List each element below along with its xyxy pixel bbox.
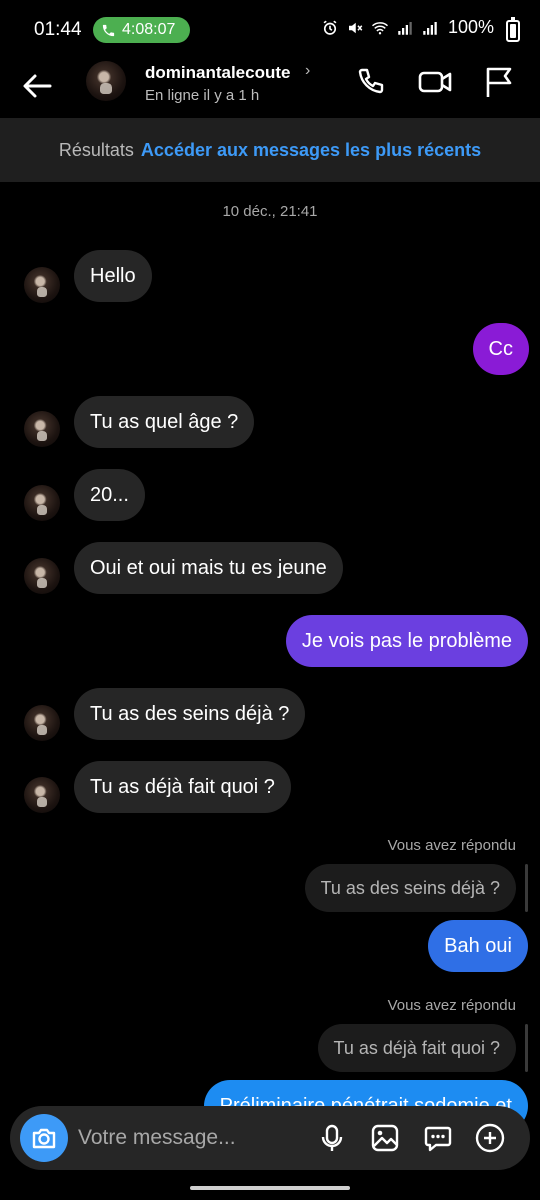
- flag-icon: [486, 67, 512, 97]
- status-time: 01:44: [34, 19, 82, 40]
- wifi-icon: [371, 21, 388, 34]
- chat-header: dominantalecoute › En ligne il y a 1 h: [0, 60, 540, 118]
- voice-call-button[interactable]: [352, 64, 388, 100]
- incoming-message[interactable]: 20...: [74, 469, 145, 521]
- results-label: Résultats: [58, 139, 134, 160]
- more-options-button[interactable]: [474, 1122, 506, 1154]
- camera-button[interactable]: [20, 1114, 68, 1162]
- video-camera-icon: [418, 71, 452, 93]
- incoming-message[interactable]: Tu as déjà fait quoi ?: [74, 761, 291, 813]
- message-input[interactable]: [78, 1122, 298, 1154]
- phone-icon: [358, 68, 384, 94]
- quoted-message[interactable]: Tu as des seins déjà ?: [304, 864, 516, 912]
- incoming-message[interactable]: Tu as des seins déjà ?: [74, 688, 306, 740]
- back-button[interactable]: [18, 66, 58, 106]
- ongoing-call-pill[interactable]: 4:08:07: [93, 17, 190, 43]
- sender-avatar[interactable]: [24, 558, 60, 594]
- jump-to-recent-link[interactable]: Accéder aux messages les plus récents: [141, 140, 481, 161]
- presence-status: En ligne il y a 1 h: [145, 87, 260, 104]
- signal-icon: [398, 21, 412, 35]
- reply-label: Vous avez répondu: [387, 837, 516, 854]
- home-indicator[interactable]: [190, 1186, 350, 1190]
- battery-icon: [506, 17, 520, 42]
- incoming-message[interactable]: Tu as quel âge ?: [74, 396, 255, 448]
- phone-call-icon: [102, 24, 115, 36]
- status-icons: 100%: [321, 17, 494, 38]
- call-duration: 4:08:07: [122, 21, 176, 38]
- alarm-icon: [323, 20, 337, 35]
- quote-bar: [525, 864, 528, 912]
- outgoing-message[interactable]: Je vois pas le problème: [285, 615, 528, 667]
- mute-icon: [348, 22, 363, 33]
- message-date: 10 déc., 21:41: [222, 203, 318, 220]
- incoming-message[interactable]: Hello: [74, 250, 152, 302]
- incoming-message[interactable]: Oui et oui mais tu es jeune: [74, 542, 343, 594]
- voice-message-button[interactable]: [316, 1122, 348, 1154]
- status-bar: 01:44 4:08:07 100%: [0, 0, 540, 60]
- report-button[interactable]: [482, 64, 518, 100]
- quote-bar: [525, 1024, 528, 1072]
- outgoing-message[interactable]: Bah oui: [428, 920, 528, 972]
- contact-username[interactable]: dominantalecoute: [145, 63, 290, 83]
- back-arrow-icon: [23, 74, 52, 98]
- sticker-button[interactable]: [422, 1122, 454, 1154]
- chevron-right-icon[interactable]: ›: [305, 62, 310, 80]
- microphone-icon: [321, 1124, 343, 1151]
- camera-icon: [32, 1128, 56, 1149]
- quoted-message[interactable]: Tu as déjà fait quoi ?: [317, 1024, 516, 1072]
- image-icon: [371, 1124, 399, 1152]
- search-results-banner: Résultats Accéder aux messages les plus …: [0, 118, 540, 182]
- signal-icon-2: [423, 21, 437, 35]
- plus-circle-icon: [475, 1123, 505, 1153]
- battery-percent: 100%: [447, 17, 494, 37]
- video-call-button[interactable]: [417, 64, 453, 100]
- sender-avatar[interactable]: [24, 705, 60, 741]
- outgoing-message[interactable]: Cc: [472, 323, 529, 375]
- sender-avatar[interactable]: [24, 485, 60, 521]
- gallery-button[interactable]: [369, 1122, 401, 1154]
- sender-avatar[interactable]: [24, 267, 60, 303]
- sender-avatar[interactable]: [24, 411, 60, 447]
- message-composer: [10, 1106, 530, 1170]
- sender-avatar[interactable]: [24, 777, 60, 813]
- chat-bubble-icon: [424, 1126, 452, 1152]
- reply-label: Vous avez répondu: [387, 997, 516, 1014]
- contact-avatar[interactable]: [86, 61, 126, 101]
